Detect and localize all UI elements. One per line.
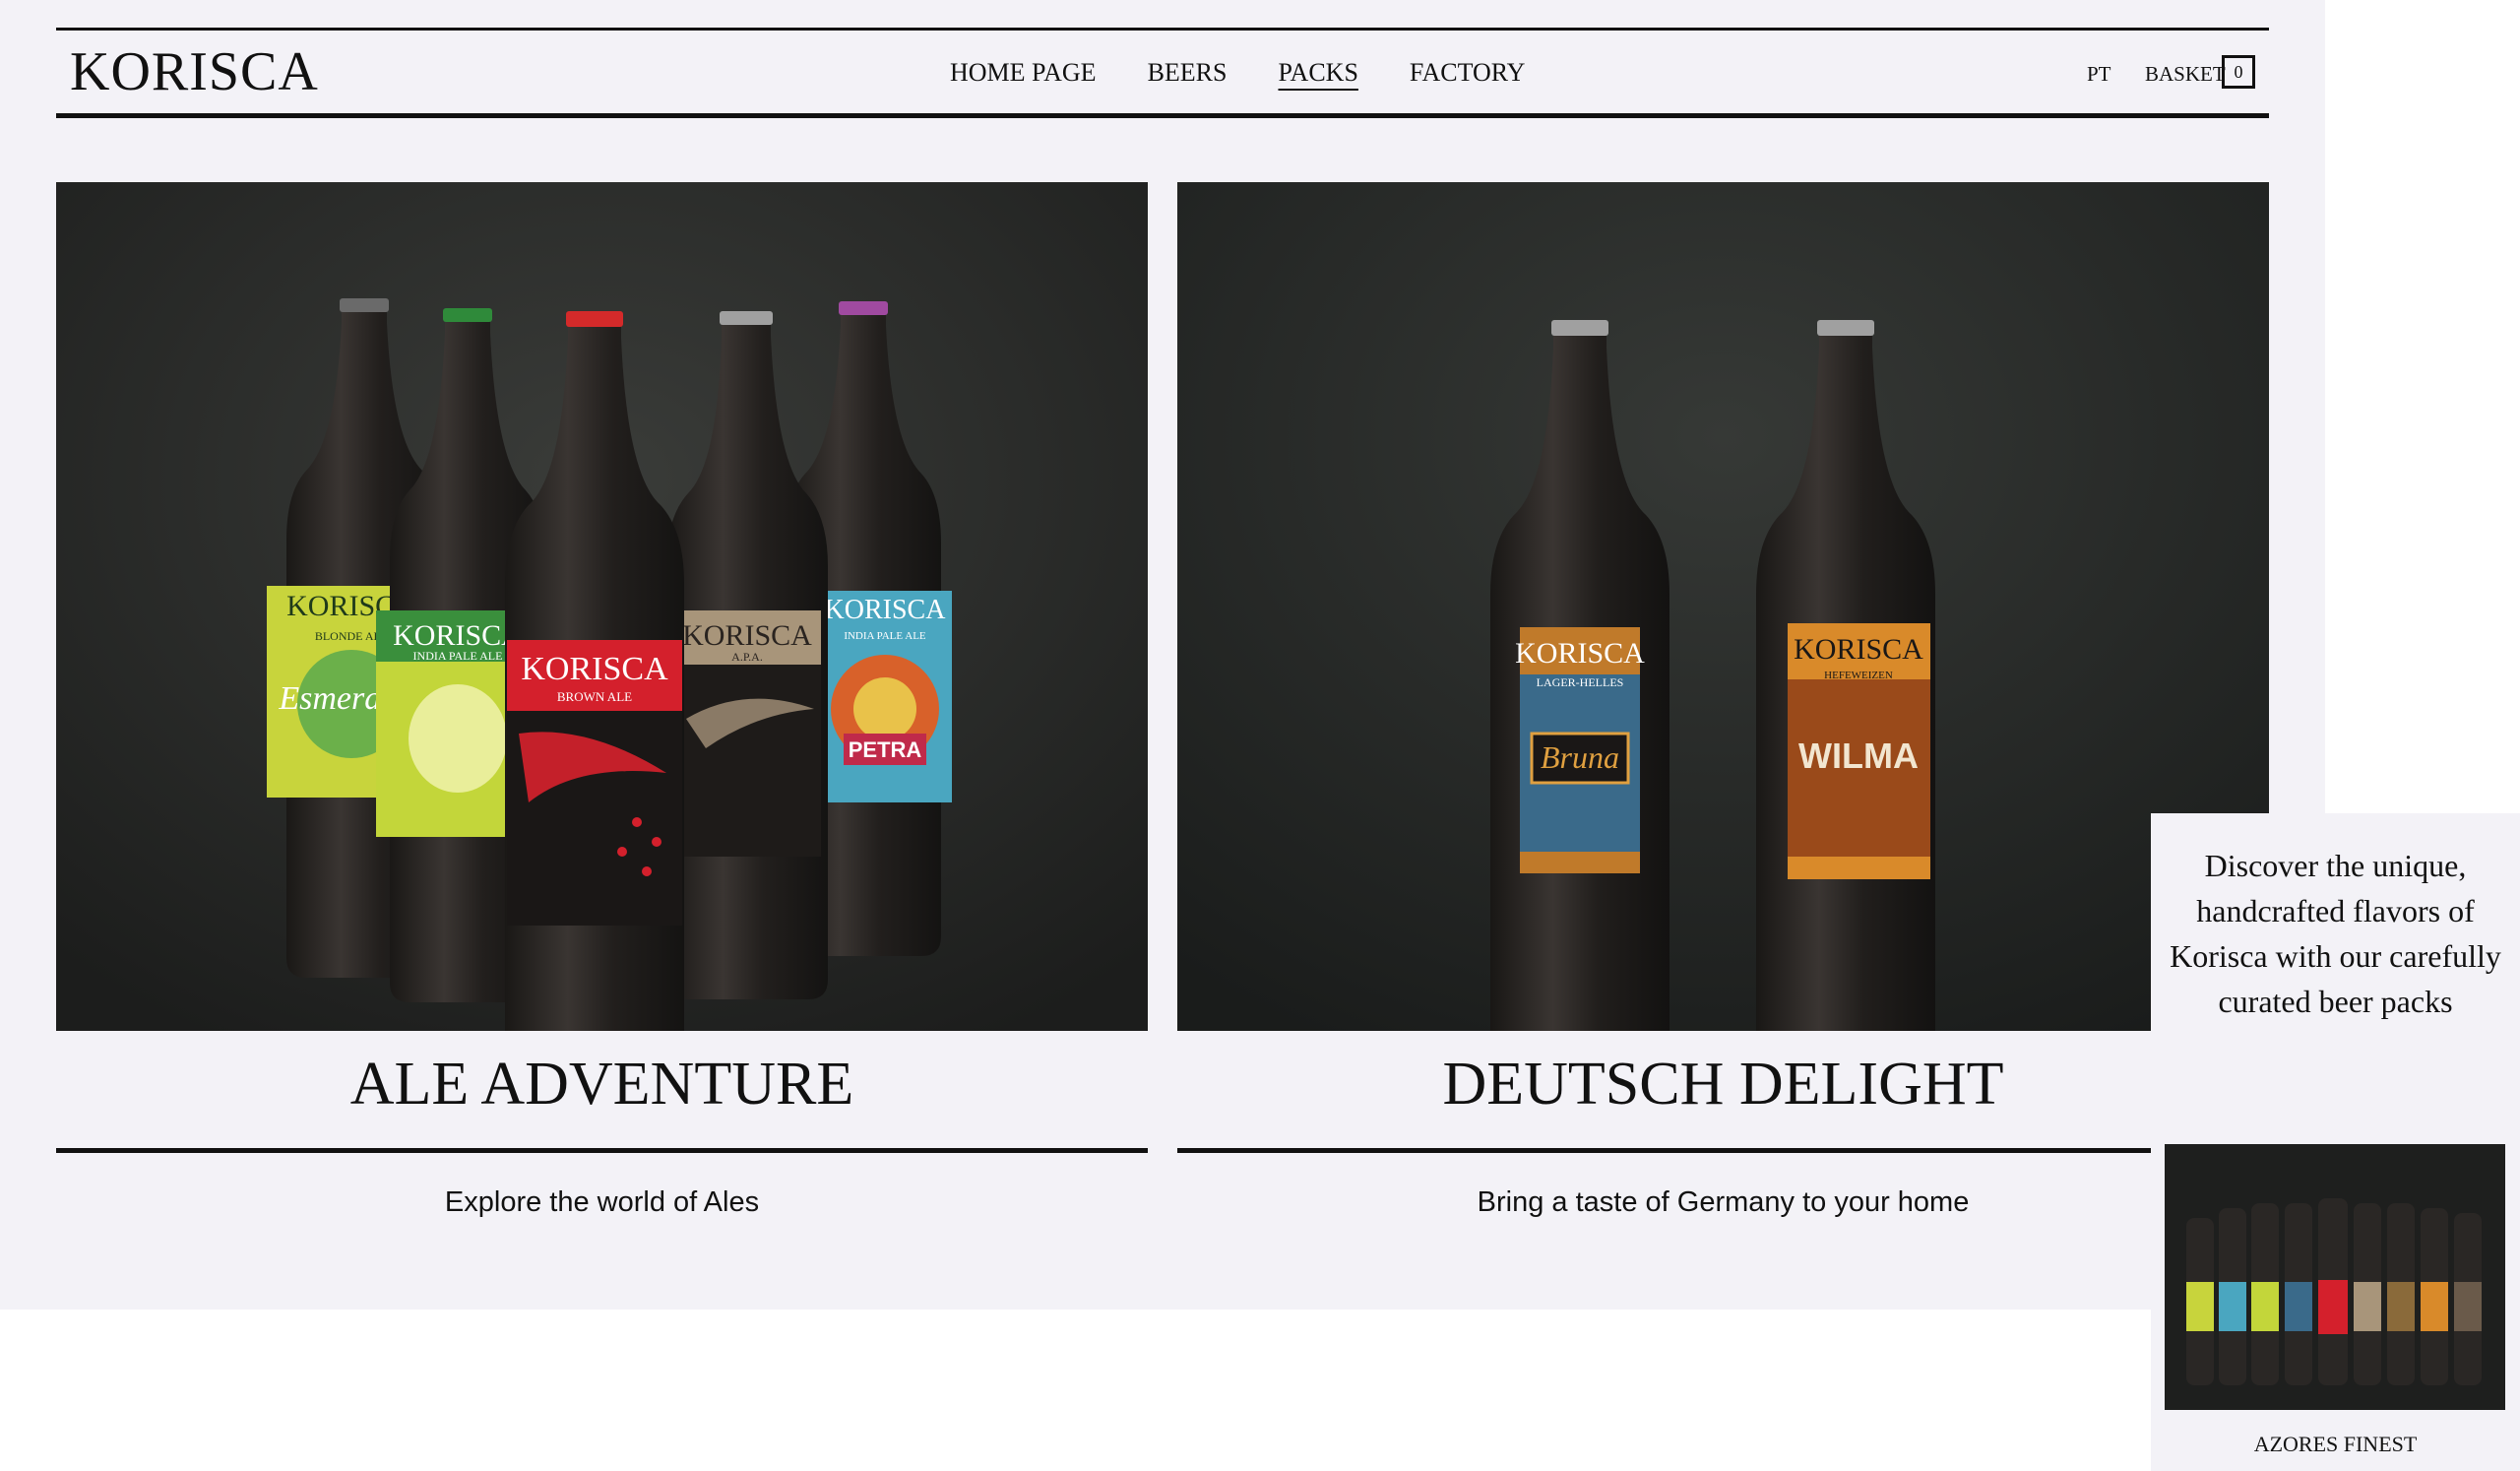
bottle-5-style: INDIA PALE ALE xyxy=(844,630,926,642)
promo-blurb: Discover the unique, handcrafted flavors… xyxy=(2151,843,2520,1024)
pack-card-ale-adventure[interactable]: KORISCA BLONDE ALE Esmeralda KORISCA IND… xyxy=(56,182,1148,1218)
bottle-3-brand: KORISCA xyxy=(521,651,668,687)
promo-popup[interactable]: Discover the unique, handcrafted flavors… xyxy=(2151,813,2520,1471)
nav-factory[interactable]: FACTORY xyxy=(1410,60,1526,86)
promo-blurb-line: Discover the unique, xyxy=(2204,848,2467,883)
pack-image-ale-adventure[interactable]: KORISCA BLONDE ALE Esmeralda KORISCA IND… xyxy=(56,182,1148,1031)
site-header: KORISCA HOME PAGE BEERS PACKS FACTORY PT… xyxy=(56,28,2269,118)
nav-beers[interactable]: BEERS xyxy=(1148,60,1228,86)
pack-description: Bring a taste of Germany to your home xyxy=(1477,1186,1970,1218)
nav-home-page[interactable]: HOME PAGE xyxy=(950,60,1097,86)
bottle-4-style: A.P.A. xyxy=(731,650,763,664)
language-switch[interactable]: PT xyxy=(2087,64,2111,85)
pack-image-deutsch-delight[interactable]: KORISCA LAGER-HELLES Bruna KORISCA HEFEW… xyxy=(1177,182,2269,1031)
title-divider xyxy=(1177,1148,2269,1153)
promo-image[interactable] xyxy=(2165,1144,2505,1410)
bottle-5-name: PETRA xyxy=(849,737,922,762)
main-nav: HOME PAGE BEERS PACKS FACTORY xyxy=(950,60,1576,86)
bottle-5-brand: KORISCA xyxy=(825,595,947,625)
bottle-bruna-style: LAGER-HELLES xyxy=(1537,675,1624,689)
bottle-wilma-name: WILMA xyxy=(1798,736,1919,776)
brand-logo[interactable]: KORISCA xyxy=(70,44,319,99)
pack-description: Explore the world of Ales xyxy=(444,1186,760,1218)
bottle-wilma-brand: KORISCA xyxy=(1794,633,1923,666)
nav-packs[interactable]: PACKS xyxy=(1278,60,1357,86)
pack-title[interactable]: DEUTSCH DELIGHT xyxy=(1177,1054,2269,1115)
bottle-wilma-style: HEFEWEIZEN xyxy=(1824,670,1893,681)
title-divider xyxy=(56,1148,1148,1153)
promo-blurb-line: curated beer packs xyxy=(2218,984,2453,1019)
bottle-bruna-brand: KORISCA xyxy=(1515,637,1645,670)
basket-link[interactable]: BASKET xyxy=(2145,64,2226,85)
basket-count-badge[interactable]: 0 xyxy=(2222,55,2255,89)
pack-title[interactable]: ALE ADVENTURE xyxy=(56,1054,1148,1115)
bottle-3-style: BROWN ALE xyxy=(557,689,632,704)
pack-card-deutsch-delight[interactable]: KORISCA LAGER-HELLES Bruna KORISCA HEFEW… xyxy=(1177,182,2269,1218)
bottle-2-brand: KORISCA xyxy=(393,619,523,652)
promo-blurb-line: handcrafted flavors of xyxy=(2196,893,2475,928)
promo-caption: AZORES FINEST xyxy=(2253,1432,2418,1456)
bottle-4-brand: KORISCA xyxy=(682,619,812,652)
bottle-2-style: INDIA PALE ALE xyxy=(413,649,503,663)
promo-blurb-line: Korisca with our carefully xyxy=(2170,938,2501,974)
bottle-bruna-name: Bruna xyxy=(1541,739,1619,775)
